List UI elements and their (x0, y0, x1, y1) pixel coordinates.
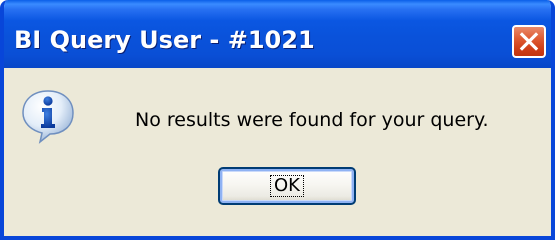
message-dialog-window: BI Query User - #1021 No results were fo… (0, 0, 555, 240)
window-title: BI Query User - #1021 (14, 26, 315, 54)
ok-button-label: OK (270, 175, 304, 197)
information-icon (22, 90, 74, 144)
dialog-message: No results were found for your query. (135, 109, 489, 131)
close-button[interactable] (512, 25, 546, 58)
dialog-body: No results were found for your query. OK (4, 64, 551, 236)
title-bar[interactable]: BI Query User - #1021 (4, 0, 551, 68)
close-icon (519, 32, 539, 51)
ok-button[interactable]: OK (218, 167, 356, 205)
